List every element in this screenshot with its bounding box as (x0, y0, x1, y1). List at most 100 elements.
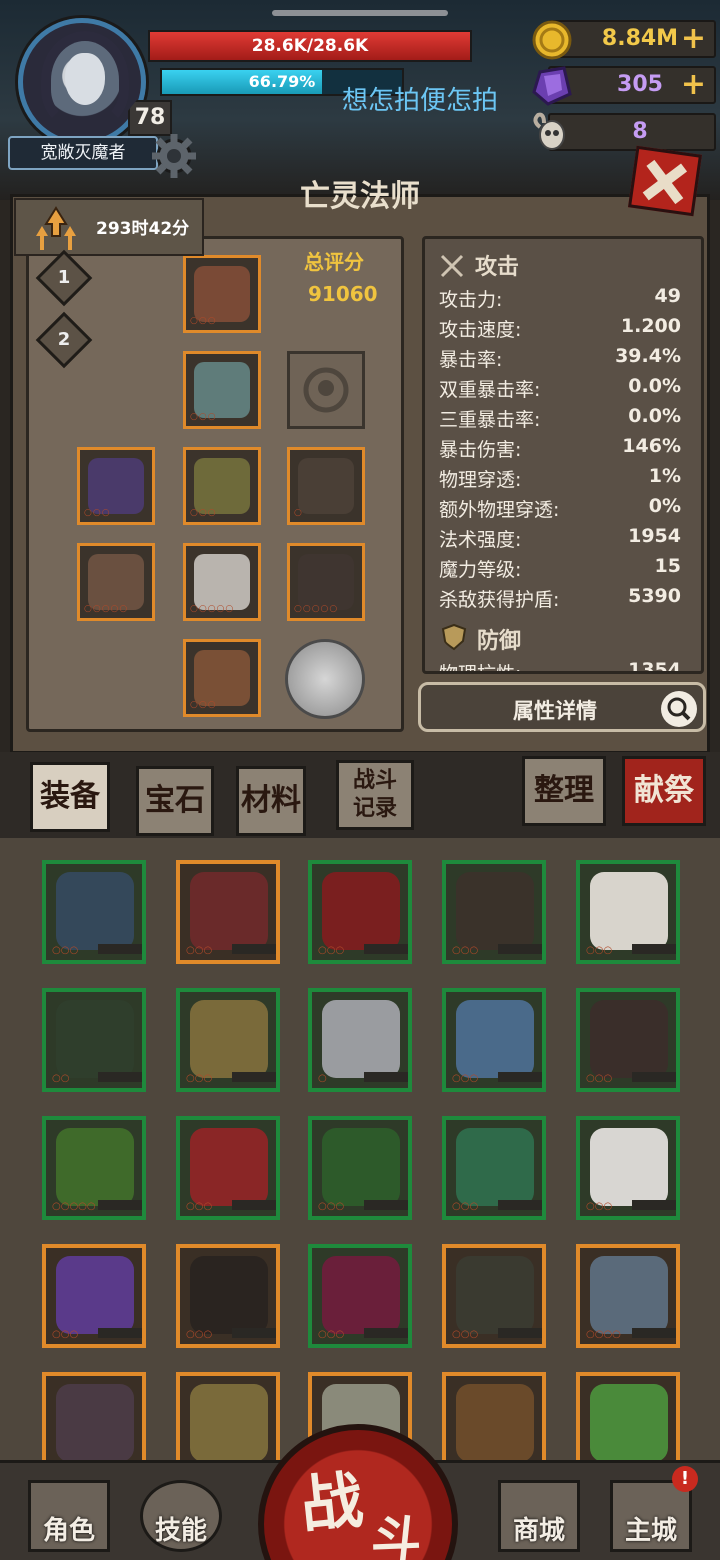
sort-button[interactable]: 整理 (522, 756, 606, 826)
item-art (190, 1256, 268, 1334)
loadout-2-button[interactable]: 2 (35, 311, 93, 369)
stat-value: 1.200 (620, 315, 681, 337)
inventory-item-bandage-shirt[interactable]: ○○○ (576, 860, 680, 964)
inventory-item-coat[interactable]: ○○○ (442, 860, 546, 964)
close-button[interactable] (628, 145, 702, 217)
item-bar (632, 1328, 676, 1338)
stat-label: 杀敌获得护盾: (439, 589, 560, 611)
inventory-item-cloak[interactable]: ○○○ (176, 860, 280, 964)
inventory-item-armor[interactable]: ○○○ (308, 860, 412, 964)
inventory-item-crystal-crown[interactable]: ○○○ (42, 1244, 146, 1348)
socket-dots: ○○ (52, 1073, 70, 1084)
add-coins-button[interactable]: + (681, 22, 706, 56)
sort-button-label: 整理 (534, 773, 594, 808)
nav-shop[interactable]: 商城 (498, 1470, 580, 1552)
amulet-slot[interactable]: ○ (287, 447, 365, 525)
hp-bar: 28.6K/28.6K (148, 30, 472, 62)
locked-sigil-icon (303, 367, 349, 413)
socket-dots: ○○○ (186, 1073, 213, 1084)
helmet-slot[interactable]: ○○○ (183, 255, 261, 333)
inventory-item-white-helm[interactable]: ○○○ (576, 1116, 680, 1220)
pants-art (194, 554, 250, 610)
inventory-grid: ○○○ ○○○ ○○○ ○○○ ○○○ ○○ ○○○ ○ ○○○ ○○○ ○○○… (0, 838, 720, 1460)
ring-left-slot[interactable]: ○○○ (77, 447, 155, 525)
item-art (56, 1256, 134, 1334)
stat-value: 49 (654, 285, 681, 307)
stat-value: 15 (654, 555, 681, 577)
inventory-item-boots[interactable]: ○○○ (42, 860, 146, 964)
socket-dots: ○○○ (190, 412, 217, 422)
nav-character[interactable]: 角色 (28, 1470, 110, 1552)
tab-gems-label: 宝石 (145, 783, 205, 818)
shield-icon (441, 623, 467, 651)
item-bar (364, 1200, 408, 1210)
player-avatar[interactable] (18, 18, 146, 146)
inventory-item-dark-jacket[interactable]: ○○○ (176, 1244, 280, 1348)
empty-offhand-slot[interactable] (287, 351, 365, 429)
armor-slot[interactable]: ○○○ (183, 351, 261, 429)
inventory-item-demon-plate[interactable]: ○○○ (308, 1244, 412, 1348)
inventory-item-hood[interactable]: ○○○ (442, 1244, 546, 1348)
item-art (590, 1128, 668, 1206)
item-art (456, 1384, 534, 1460)
socket-dots: ○○○ (186, 1201, 213, 1212)
attribute-details-button[interactable]: 属性详情 (418, 682, 706, 732)
inventory-item-flower-lei[interactable] (576, 1372, 680, 1460)
stats-panel[interactable]: 攻击 攻击力: 49 攻击速度: 1.200 暴击率: 39.4% 双重暴击率: 0.0% 三重… (422, 236, 704, 674)
inventory-item-silver-ring[interactable]: ○ (308, 988, 412, 1092)
item-bar (232, 1328, 276, 1338)
tab-gems[interactable]: 宝石 (136, 766, 214, 836)
sacrifice-button-label: 献祭 (634, 773, 694, 808)
pants-slot[interactable]: ○○○○○ (183, 543, 261, 621)
socket-dots: ○○○ (586, 945, 613, 956)
weapon-left-slot[interactable]: ○○○○○ (77, 543, 155, 621)
status-notch (272, 10, 448, 16)
inventory-item-candles[interactable]: ○○○ (176, 988, 280, 1092)
gem-counter: 305 + (532, 66, 716, 106)
inventory-item-gold-belt[interactable] (176, 1372, 280, 1460)
stat-label: 三重暴击率: (439, 409, 541, 431)
nav-skills-label: 技能 (154, 1516, 207, 1546)
inventory-item-claw-ring[interactable] (42, 1372, 146, 1460)
nav-skills[interactable]: 技能 (140, 1470, 222, 1552)
gold-coin-icon (532, 20, 572, 60)
socket-dots: ○○○ (190, 316, 217, 326)
inventory-item-serpent-armor[interactable]: ○○○○○ (42, 1116, 146, 1220)
stat-label: 暴击伤害: (439, 439, 522, 461)
stat-value: 0.0% (628, 405, 681, 427)
timer-text: 293时42分 (96, 219, 190, 239)
inventory-item-red-collar[interactable]: ○○○ (176, 1116, 280, 1220)
inventory-item-leaf-cape[interactable]: ○○○ (308, 1116, 412, 1220)
timer-badge: 293时42分 (14, 198, 204, 256)
belt-slot[interactable]: ○○○ (183, 447, 261, 525)
inventory-item-chain-weapon[interactable] (442, 1372, 546, 1460)
tab-materials[interactable]: 材料 (236, 766, 306, 836)
item-bar (364, 944, 408, 954)
silver-seal-icon[interactable] (285, 639, 365, 719)
tab-equipment[interactable]: 装备 (30, 762, 110, 832)
ram-skull-icon (533, 112, 565, 150)
stat-value: 1954 (628, 525, 681, 547)
inventory-item-forest-armor[interactable]: ○○○ (442, 1116, 546, 1220)
item-art (56, 872, 134, 950)
tab-battle-record[interactable]: 战斗 记录 (336, 760, 414, 830)
boots-slot[interactable]: ○○○ (183, 639, 261, 717)
socket-dots: ○○○ (190, 700, 217, 710)
item-art (322, 1256, 400, 1334)
inventory-item-dragon-scythe[interactable]: ○○○○ (576, 1244, 680, 1348)
inventory-item-necklace[interactable]: ○○ (42, 988, 146, 1092)
socket-dots: ○○○○○ (190, 604, 235, 614)
item-art (56, 1000, 134, 1078)
loadout-1-button[interactable]: 1 (35, 249, 93, 307)
hp-text: 28.6K/28.6K (251, 36, 369, 56)
settings-gear-icon[interactable] (148, 130, 200, 182)
item-art (190, 1384, 268, 1460)
helmet-art (194, 266, 250, 322)
socket-dots: ○ (294, 508, 303, 518)
tab-battle-record-line2: 记录 (352, 796, 397, 821)
inventory-item-pendant[interactable]: ○○○ (576, 988, 680, 1092)
weapon-right-slot[interactable]: ○○○○○ (287, 543, 365, 621)
add-gems-button[interactable]: + (681, 68, 706, 102)
sacrifice-button[interactable]: 献祭 (622, 756, 706, 826)
inventory-item-beast-helm[interactable]: ○○○ (442, 988, 546, 1092)
